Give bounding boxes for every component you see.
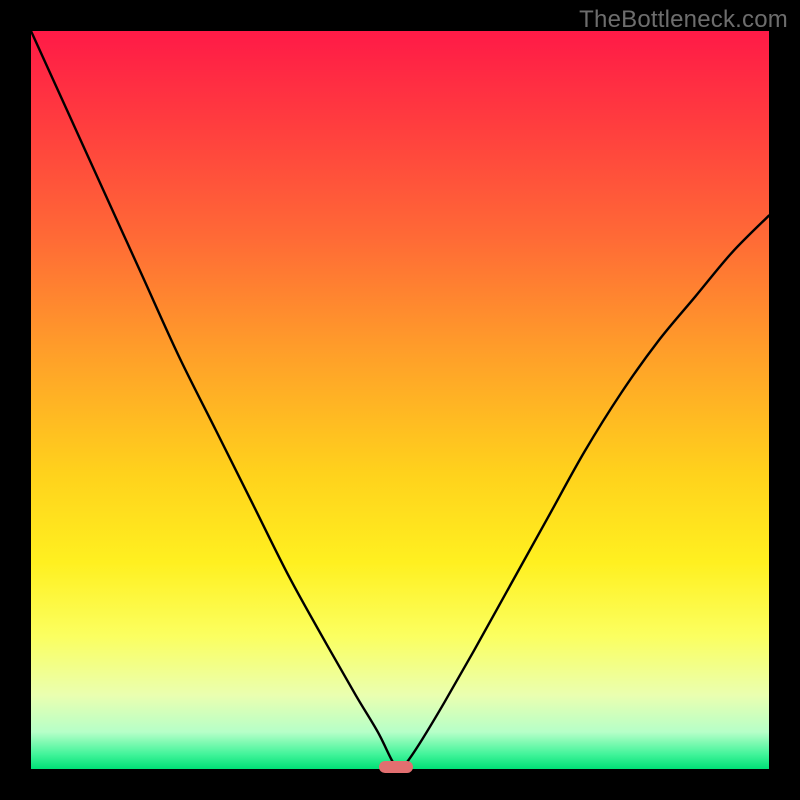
optimal-marker xyxy=(379,761,413,773)
watermark-text: TheBottleneck.com xyxy=(579,6,788,34)
chart-plot-area xyxy=(31,31,769,769)
bottleneck-curve-path xyxy=(31,31,769,769)
chart-curve-svg xyxy=(31,31,769,769)
chart-frame: TheBottleneck.com xyxy=(0,0,800,800)
